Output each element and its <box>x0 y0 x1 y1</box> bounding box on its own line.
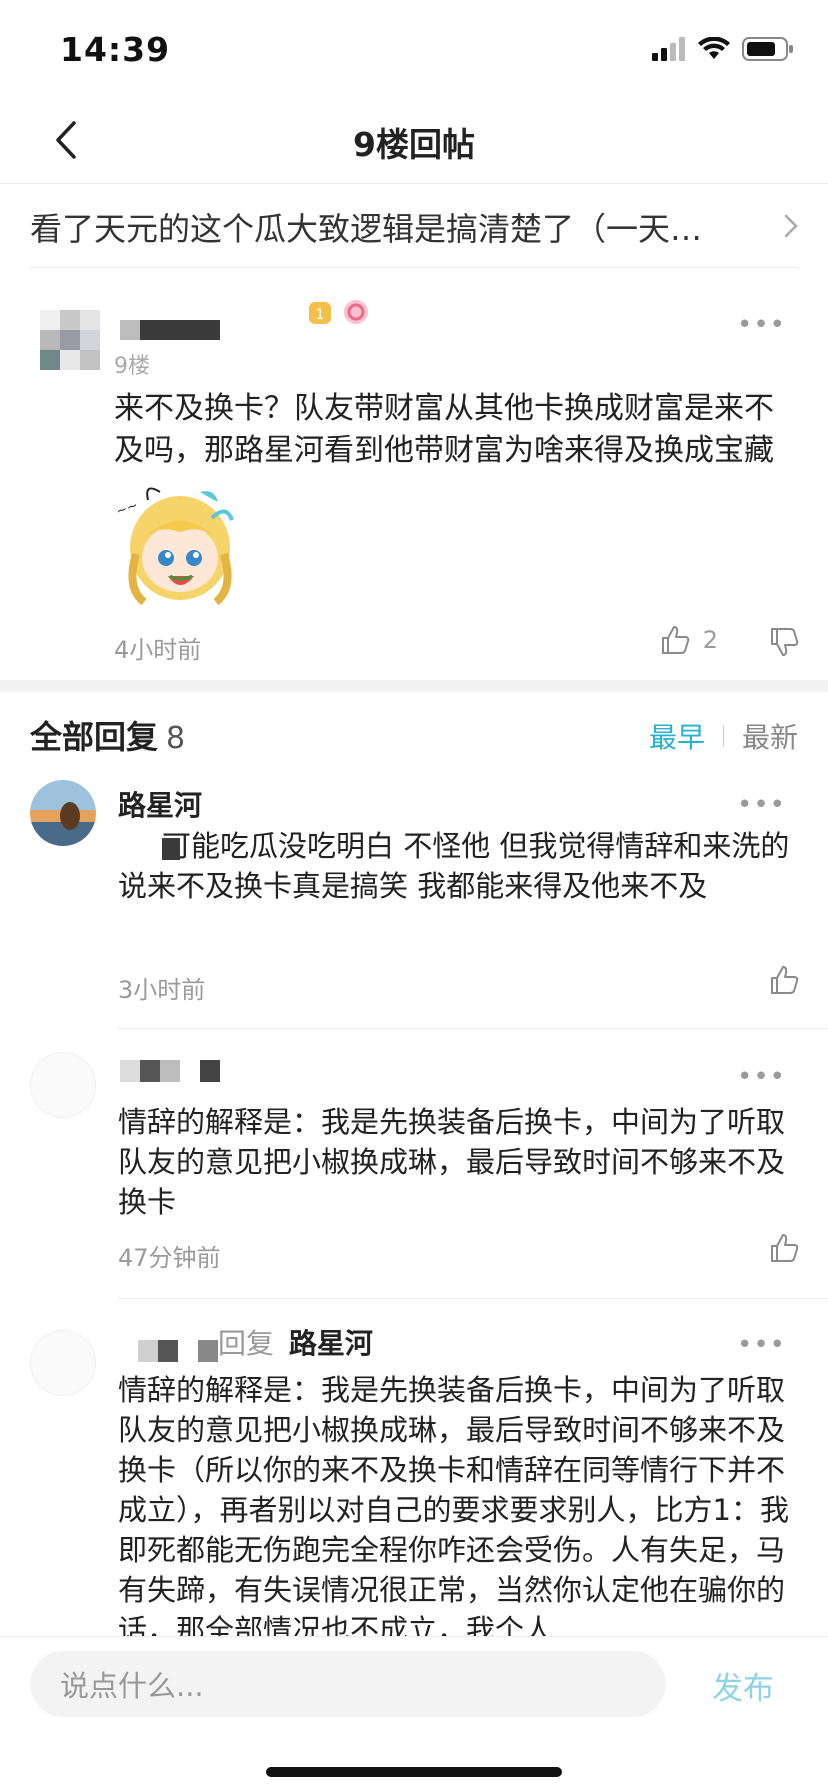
chevron-right-icon <box>784 214 798 238</box>
reply-to-line: 回复 路星河 <box>218 1322 373 1362</box>
like-count: 2 <box>702 626 718 654</box>
section-divider <box>0 680 828 692</box>
reply-item: 路星河 ••• 可能吃瓜没吃明白 不怪他 但我觉得情辞和来洗的说来不及换卡真是搞… <box>0 774 828 1029</box>
avatar[interactable] <box>30 780 96 846</box>
like-button[interactable]: 2 <box>659 624 718 656</box>
reply-time: 47分钟前 <box>118 1244 221 1272</box>
reply-content-text: 可能吃瓜没吃明白 不怪他 但我觉得情辞和来洗的说来不及换卡真是搞笑 我都能来得及… <box>118 829 790 903</box>
more-options-icon[interactable]: ••• <box>737 312 786 338</box>
svg-text:~~: ~~ <box>114 498 140 520</box>
floor-label: 9楼 <box>114 354 150 379</box>
comment-bar: 说点什么... 发布 <box>0 1636 828 1792</box>
reply-prefix: 回复 <box>218 1327 275 1360</box>
sort-newest-button[interactable]: 最新 <box>742 716 798 756</box>
svg-text:1: 1 <box>316 307 325 323</box>
reply-content: 情辞的解释是：我是先换装备后换卡，中间为了听取队友的意见把小椒换成琳，最后导致时… <box>118 1373 789 1636</box>
battery-icon <box>742 37 793 61</box>
member-badge-icon <box>344 300 368 324</box>
post-time: 4小时前 <box>114 636 202 664</box>
reply-content: 情辞的解释是：我是先换装备后换卡，中间为了听取队友的意见把小椒换成琳，最后导致时… <box>118 1105 786 1219</box>
reply-item: ••• 情辞的解释是：我是先换装备后换卡，中间为了听取队友的意见把小椒换成琳，最… <box>0 1030 828 1299</box>
divider <box>118 1028 828 1029</box>
replies-header: 全部回复 8 最早 最新 <box>30 712 798 762</box>
wifi-icon <box>698 37 730 59</box>
page-title: 9楼回帖 <box>353 125 475 164</box>
reply-content: 可能吃瓜没吃明白 不怪他 但我觉得情辞和来洗的说来不及换卡真是搞笑 我都能来得及… <box>118 826 798 906</box>
reply-time: 3小时前 <box>118 976 206 1004</box>
redacted-mark <box>162 838 180 860</box>
status-icons <box>652 36 794 62</box>
replies-title: 全部回复 <box>30 718 159 756</box>
post-content: 来不及换卡？队友带财富从其他卡换成财富是来不及吗，那路星河看到他带财富为啥来得及… <box>114 391 774 468</box>
nav-bar: 9楼回帖 <box>0 96 828 184</box>
floor-post: 1 ••• 9楼 来不及换卡？队友带财富从其他卡换成财富是来不及吗，那路星河看到… <box>0 268 828 680</box>
thumbs-down-icon[interactable] <box>768 626 800 658</box>
thread-title: 看了天元的这个瓜大致逻辑是搞清楚了（一天… <box>30 209 703 248</box>
reply-username[interactable]: 路星河 <box>118 784 202 824</box>
reply-item: 回复 路星河 ••• 情辞的解释是：我是先换装备后换卡，中间为了听取队友的意见把… <box>0 1300 828 1636</box>
divider <box>118 1298 828 1299</box>
more-options-icon[interactable]: ••• <box>737 1332 786 1358</box>
anime-girl-sticker: ~~ <box>114 487 234 606</box>
thumbs-up-icon[interactable] <box>768 964 800 996</box>
status-time: 14:39 <box>60 30 171 69</box>
avatar[interactable] <box>30 1052 96 1118</box>
cellular-signal-icon <box>652 37 685 61</box>
sort-toggle: 最早 最新 <box>649 716 798 756</box>
reply-to-username[interactable]: 路星河 <box>289 1327 373 1360</box>
username-redacted <box>120 320 220 340</box>
thumbs-up-icon <box>661 626 689 654</box>
comment-input[interactable]: 说点什么... <box>30 1651 666 1717</box>
home-indicator <box>266 1767 562 1777</box>
more-options-icon[interactable]: ••• <box>737 792 786 818</box>
avatar[interactable] <box>30 1330 96 1396</box>
username-redacted <box>120 1060 220 1082</box>
status-bar: 14:39 <box>0 0 828 96</box>
publish-button[interactable]: 发布 <box>712 1663 774 1708</box>
sort-earliest-button[interactable]: 最早 <box>649 716 705 756</box>
level-badge-icon: 1 <box>309 302 331 324</box>
username-redacted <box>138 1340 218 1362</box>
replies-count: 8 <box>166 721 186 756</box>
avatar[interactable] <box>40 310 100 370</box>
thumbs-up-icon[interactable] <box>768 1232 800 1264</box>
more-options-icon[interactable]: ••• <box>737 1064 786 1090</box>
thread-link[interactable]: 看了天元的这个瓜大致逻辑是搞清楚了（一天… <box>30 186 798 268</box>
sort-divider <box>722 725 724 747</box>
